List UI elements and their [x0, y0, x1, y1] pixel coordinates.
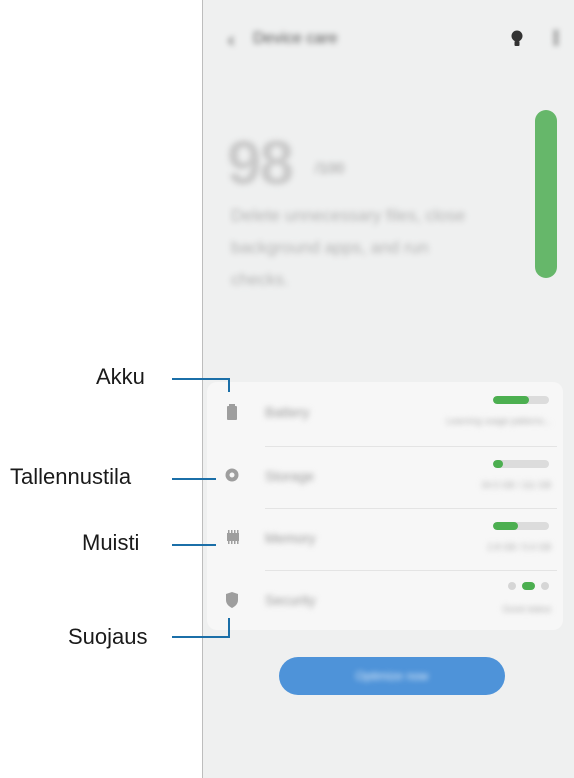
status-dot — [541, 582, 549, 590]
battery-meter-fill — [493, 396, 530, 404]
callout-line-memory — [172, 544, 216, 546]
app-bar: ‹ Device care ⋮ — [203, 0, 574, 80]
lightbulb-icon[interactable] — [511, 30, 523, 53]
shield-icon — [225, 592, 239, 608]
memory-label: Memory — [265, 530, 316, 546]
storage-label: Storage — [265, 468, 315, 484]
storage-icon — [225, 468, 239, 482]
score-unit: /100 — [315, 160, 345, 177]
security-status-dots — [508, 582, 549, 590]
score-description: Delete unnecessary files, close backgrou… — [231, 206, 466, 289]
callout-security: Suojaus — [68, 624, 148, 649]
memory-chip-icon — [225, 530, 239, 544]
optimize-now-button[interactable]: Optimize now — [279, 657, 505, 695]
status-dot-active — [522, 582, 535, 590]
storage-meter-fill — [493, 460, 504, 468]
security-row[interactable]: Security Good status — [207, 570, 563, 632]
storage-status: 34.5 GB / 111 GB — [481, 480, 551, 490]
back-icon[interactable]: ‹ — [227, 28, 235, 52]
score-gauge — [535, 110, 557, 278]
battery-row[interactable]: Battery Learning usage patterns... — [207, 382, 563, 444]
memory-meter — [493, 522, 549, 530]
callout-line-storage — [172, 478, 216, 480]
device-care-screen: ‹ Device care ⋮ 98 /100 Delete unnecessa… — [202, 0, 574, 778]
optimization-score: 98 — [227, 129, 294, 198]
memory-status: 2.8 GB / 5.6 GB — [487, 542, 551, 552]
callout-line-battery — [172, 378, 230, 380]
status-card: Battery Learning usage patterns... Stora… — [207, 382, 563, 630]
callout-line-security-rise — [228, 618, 230, 638]
screen-title: Device care — [253, 30, 338, 47]
battery-label: Battery — [265, 404, 310, 420]
memory-row[interactable]: Memory 2.8 GB / 5.6 GB — [207, 508, 563, 570]
more-options-icon[interactable]: ⋮ — [547, 28, 565, 49]
security-label: Security — [265, 592, 316, 608]
callout-battery: Akku — [96, 364, 145, 389]
storage-row[interactable]: Storage 34.5 GB / 111 GB — [207, 446, 563, 508]
battery-status: Learning usage patterns... — [446, 416, 551, 426]
storage-meter — [493, 460, 549, 468]
callout-storage: Tallennustila — [10, 464, 132, 489]
callout-line-battery-drop — [228, 378, 230, 392]
callout-line-security — [172, 636, 230, 638]
battery-icon — [225, 404, 239, 420]
status-dot — [508, 582, 516, 590]
memory-meter-fill — [493, 522, 519, 530]
callout-memory: Muisti — [82, 530, 140, 555]
security-status: Good status — [502, 604, 551, 614]
optimize-button-label: Optimize now — [355, 669, 429, 683]
battery-meter — [493, 396, 549, 404]
